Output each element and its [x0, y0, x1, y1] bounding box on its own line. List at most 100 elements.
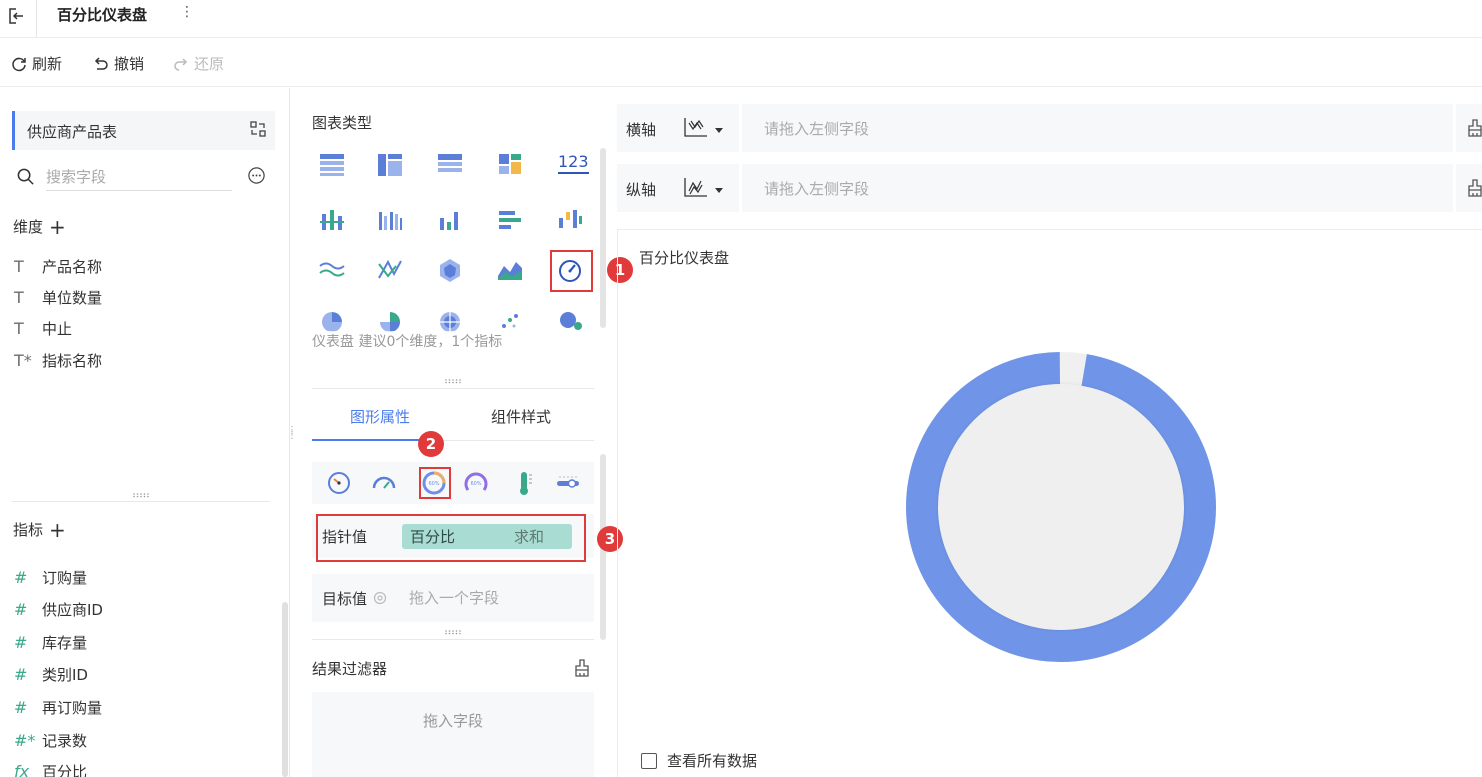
- measure-field[interactable]: #* 记录数: [14, 730, 87, 751]
- field-list-scrollbar[interactable]: [282, 602, 288, 777]
- dial-gauge-icon[interactable]: [326, 470, 352, 496]
- thermometer-gauge-icon[interactable]: [511, 470, 537, 496]
- target-value-label: 目标值: [322, 590, 368, 608]
- exit-icon[interactable]: [6, 6, 26, 26]
- number-field-icon: #: [14, 665, 28, 684]
- text-field-icon: T: [14, 319, 24, 338]
- stacked-bar-icon[interactable]: [318, 206, 346, 234]
- field-label: 单位数量: [42, 289, 103, 307]
- chart-type-scrollbar[interactable]: [600, 148, 606, 328]
- split-divider: [312, 388, 594, 389]
- view-all-data-label[interactable]: 查看所有数据: [667, 750, 757, 771]
- redo-label: 还原: [194, 55, 225, 73]
- calculated-number-field-icon: #*: [14, 731, 36, 750]
- undo-button[interactable]: 撤销: [92, 53, 144, 74]
- tab-component-style[interactable]: 组件样式: [491, 406, 551, 427]
- more-vertical-icon[interactable]: ⋮: [180, 4, 194, 20]
- bubble-chart-icon[interactable]: [556, 308, 584, 336]
- target-settings-icon[interactable]: [373, 591, 387, 605]
- chart-title: 百分比仪表盘: [639, 249, 730, 267]
- panel-resize-grip[interactable]: ⋮ ⋮: [287, 426, 297, 448]
- x-axis-dropdown-icon[interactable]: [715, 128, 723, 133]
- text-field-icon: T: [14, 257, 24, 276]
- semicircle-gauge-icon[interactable]: [371, 470, 397, 496]
- clear-broom-icon[interactable]: [1465, 178, 1482, 198]
- kpi-card-icon[interactable]: [496, 150, 524, 178]
- percent-arc-gauge-icon[interactable]: 60%: [463, 470, 489, 496]
- dimensions-title: 维度: [13, 218, 44, 236]
- column-chart-icon[interactable]: [436, 206, 464, 234]
- x-axis-placeholder[interactable]: 请拖入左侧字段: [764, 118, 869, 139]
- dimension-field[interactable]: T 产品名称: [14, 256, 102, 277]
- dataset-selector[interactable]: 供应商产品表: [12, 111, 275, 150]
- dimension-field[interactable]: T 中止: [14, 318, 72, 339]
- refresh-label: 刷新: [32, 55, 63, 73]
- area-chart-icon[interactable]: [496, 256, 524, 284]
- line-chart-icon[interactable]: [318, 256, 346, 284]
- measure-field[interactable]: # 供应商ID: [14, 599, 103, 620]
- target-value-row[interactable]: 目标值 拖入一个字段: [312, 574, 594, 622]
- table-chart-icon[interactable]: [318, 150, 346, 178]
- tab-shape-properties[interactable]: 图形属性: [350, 406, 410, 427]
- filter-drop-zone[interactable]: 拖入字段: [312, 692, 594, 777]
- waterfall-chart-icon[interactable]: [556, 206, 584, 234]
- field-label: 指标名称: [42, 352, 103, 370]
- gauge-style-selector: 60% 60%: [312, 462, 594, 504]
- field-label: 类别ID: [42, 666, 88, 684]
- measures-title: 指标: [13, 521, 44, 539]
- undo-label: 撤销: [114, 55, 145, 73]
- chart-type-label: 图表类型: [312, 114, 373, 132]
- detail-table-icon[interactable]: [436, 150, 464, 178]
- refresh-button[interactable]: 刷新: [10, 53, 62, 74]
- number-field-icon: #: [14, 698, 28, 717]
- number-field-icon: #: [14, 568, 28, 587]
- switch-dataset-icon[interactable]: [249, 120, 267, 138]
- number-chart-icon[interactable]: 123: [558, 152, 589, 174]
- dimension-field[interactable]: T 单位数量: [14, 287, 102, 308]
- radar-line-icon[interactable]: [376, 256, 404, 284]
- target-placeholder: 拖入一个字段: [409, 589, 500, 607]
- view-all-data-checkbox[interactable]: [641, 753, 657, 769]
- dimension-field[interactable]: T* 指标名称: [14, 350, 102, 371]
- measures-header: 指标 +: [13, 519, 66, 540]
- redo-button[interactable]: 还原: [172, 53, 224, 74]
- percent-gauge[interactable]: [906, 352, 1216, 662]
- percent-arc-icon-text: 60%: [470, 481, 481, 487]
- measure-field[interactable]: # 再订购量: [14, 697, 102, 718]
- split-handle-icon[interactable]: [132, 492, 150, 498]
- gauge-center: [939, 385, 1183, 629]
- measure-field[interactable]: fx 百分比: [14, 761, 87, 777]
- redo-icon: [174, 57, 188, 71]
- field-label: 供应商ID: [42, 601, 103, 619]
- result-filter-label: 结果过滤器: [312, 660, 388, 678]
- axis-separator: [1453, 104, 1456, 152]
- page-title: 百分比仪表盘: [57, 6, 148, 24]
- x-axis-label: 横轴: [626, 121, 657, 139]
- calculated-text-field-icon: T*: [14, 351, 32, 370]
- measure-field[interactable]: # 订购量: [14, 567, 87, 588]
- search-icon: [17, 168, 34, 185]
- search-field-input[interactable]: [46, 163, 232, 191]
- cross-table-icon[interactable]: [376, 150, 404, 178]
- split-handle-icon[interactable]: [444, 378, 462, 384]
- grouped-bar-icon[interactable]: [376, 206, 404, 234]
- add-dimension-icon[interactable]: +: [49, 217, 66, 237]
- y-axis-placeholder[interactable]: 请拖入左侧字段: [764, 178, 869, 199]
- horizontal-bar-icon[interactable]: [496, 206, 524, 234]
- clear-broom-icon[interactable]: [572, 658, 592, 678]
- clear-broom-icon[interactable]: [1465, 118, 1482, 138]
- chart-hint: 仪表盘 建议0个维度，1个指标: [312, 331, 503, 351]
- step-badge-2: 2: [418, 431, 444, 457]
- radar-chart-icon[interactable]: [436, 256, 464, 284]
- slider-gauge-icon[interactable]: [555, 470, 581, 496]
- more-options-icon[interactable]: [247, 166, 266, 185]
- field-label: 产品名称: [42, 258, 103, 276]
- y-axis-dropdown-icon[interactable]: [715, 188, 723, 193]
- x-axis-type-icon[interactable]: [681, 115, 711, 141]
- y-axis-type-icon[interactable]: [681, 175, 711, 201]
- measure-field[interactable]: # 库存量: [14, 632, 87, 653]
- dataset-name: 供应商产品表: [27, 123, 118, 141]
- measure-field[interactable]: # 类别ID: [14, 664, 88, 685]
- add-measure-icon[interactable]: +: [49, 520, 66, 540]
- split-handle-icon[interactable]: [444, 629, 462, 635]
